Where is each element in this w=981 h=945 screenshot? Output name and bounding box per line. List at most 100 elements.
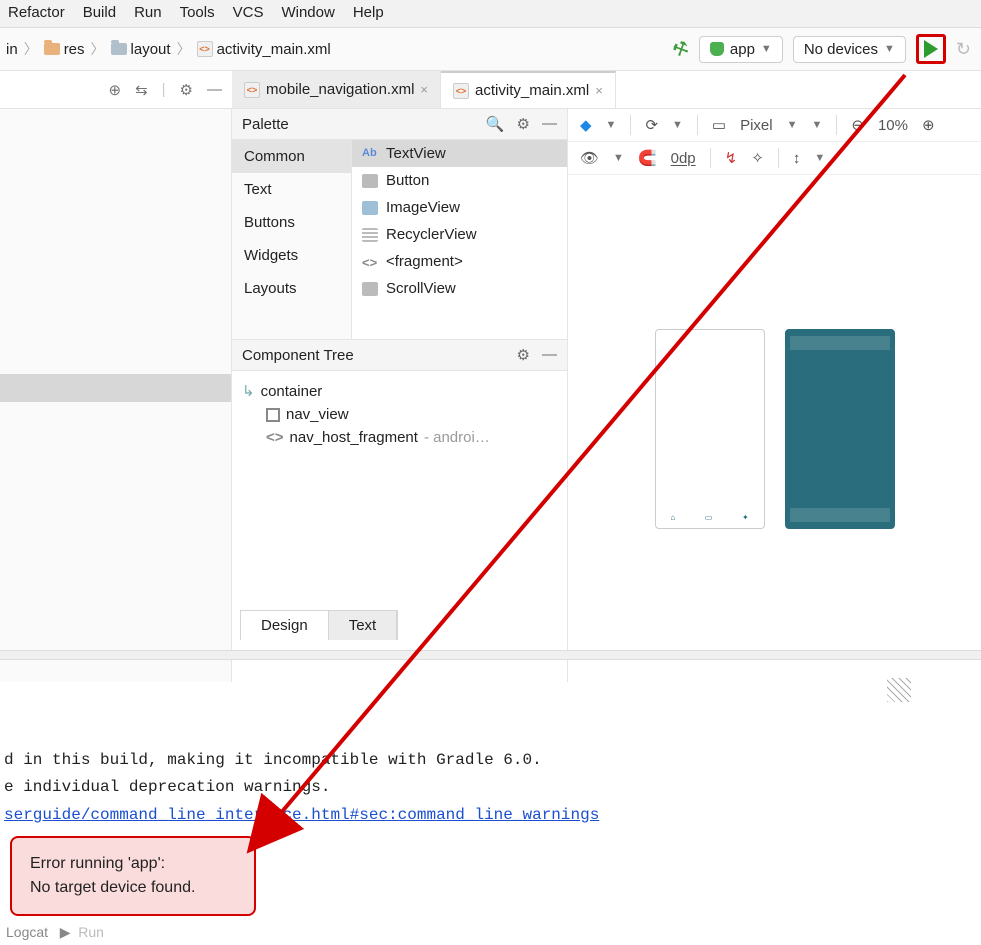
crumb-in[interactable]: in <box>6 41 18 58</box>
palette-item-recyclerview[interactable]: RecyclerView <box>352 221 567 248</box>
tree-node-nav-host-fragment[interactable]: <> nav_host_fragment - androi… <box>242 426 557 449</box>
palette-cat-widgets[interactable]: Widgets <box>232 239 351 272</box>
folder-icon <box>111 43 127 55</box>
align-icon[interactable]: ↕ <box>793 150 801 167</box>
container-icon: ↳ <box>242 382 255 400</box>
preview-canvas[interactable]: ⌂▭✦ <box>568 175 981 682</box>
zoom-in-icon[interactable]: ⊕ <box>922 116 935 134</box>
infer-constraints-icon[interactable]: ✧ <box>751 149 764 167</box>
device-preview-light[interactable]: ⌂▭✦ <box>655 329 765 529</box>
scrollview-icon <box>362 282 378 296</box>
status-run[interactable]: Run <box>78 924 104 940</box>
tab-label: mobile_navigation.xml <box>266 81 414 98</box>
menu-window[interactable]: Window <box>281 4 334 21</box>
device-label: No devices <box>804 41 878 58</box>
build-icon[interactable]: ⚒ <box>669 36 693 62</box>
eye-icon[interactable]: 👁 <box>580 149 599 167</box>
palette: Common Text Buttons Widgets Layouts Ab T… <box>232 140 567 340</box>
menu-run[interactable]: Run <box>134 4 162 21</box>
xml-file-icon: <> <box>453 83 469 99</box>
component-tree-header: Component Tree ⚙ — <box>232 340 567 371</box>
menu-refactor[interactable]: Refactor <box>8 4 65 21</box>
navigation-bar: in 〉 res 〉 layout 〉 <> activity_main.xml… <box>0 28 981 71</box>
menu-help[interactable]: Help <box>353 4 384 21</box>
error-notification[interactable]: Error running 'app': No target device fo… <box>10 836 256 916</box>
margin-label[interactable]: 0dp <box>671 150 696 167</box>
chevron-down-icon: ▼ <box>884 43 895 55</box>
component-tree: ↳ container nav_view <> nav_host_fragmen… <box>232 371 567 457</box>
close-icon[interactable]: × <box>420 82 428 97</box>
palette-item-textview[interactable]: Ab TextView <box>352 140 567 167</box>
close-icon[interactable]: × <box>595 83 603 98</box>
sub-toolbar: ⊕ ⇆ | ⚙ — <> mobile_navigation.xml × <> … <box>0 71 981 109</box>
pane-separator[interactable] <box>0 650 981 660</box>
tree-node-container[interactable]: ↳ container <box>242 379 557 403</box>
fragment-icon: <> <box>362 255 378 269</box>
xml-file-icon: <> <box>244 82 260 98</box>
console-link[interactable]: serguide/command_line_interface.html#sec… <box>4 806 599 824</box>
rerun-icon[interactable]: ↻ <box>956 39 971 60</box>
run-config-combo[interactable]: app ▼ <box>699 36 783 63</box>
menu-vcs[interactable]: VCS <box>233 4 264 21</box>
crumb-file[interactable]: <> activity_main.xml <box>197 41 331 58</box>
bottom-nav-icons: ⌂▭✦ <box>656 513 764 522</box>
gear-icon[interactable]: ⚙ <box>180 81 193 99</box>
fragment-icon: <> <box>266 429 284 446</box>
palette-item-button[interactable]: Button <box>352 167 567 194</box>
menu-build[interactable]: Build <box>83 4 116 21</box>
collapse-icon[interactable]: ⇆ <box>135 81 148 99</box>
build-output[interactable]: d in this build, making it incompatible … <box>0 720 981 829</box>
tab-design[interactable]: Design <box>241 611 329 640</box>
palette-item-fragment[interactable]: <> <fragment> <box>352 248 567 275</box>
preview-pane: ◆▼ ⟳▼ ▭ Pixel▼ ▼ ⊖ 10% ⊕ 👁▼ 🧲 0dp ↯ ✧ ↕▼… <box>568 109 981 682</box>
status-logcat[interactable]: Logcat <box>6 924 48 940</box>
crumb-layout[interactable]: layout <box>111 41 171 58</box>
layers-icon[interactable]: ◆ <box>580 116 592 134</box>
search-icon[interactable]: 🔍 <box>486 115 505 133</box>
gear-icon[interactable]: ⚙ <box>517 115 530 133</box>
tree-node-nav-view[interactable]: nav_view <box>242 403 557 426</box>
palette-cat-layouts[interactable]: Layouts <box>232 272 351 305</box>
crumb-res[interactable]: res <box>44 41 85 58</box>
device-combo[interactable]: No devices ▼ <box>793 36 906 63</box>
image-icon <box>362 201 378 215</box>
menu-tools[interactable]: Tools <box>180 4 215 21</box>
error-line2: No target device found. <box>30 876 236 900</box>
device-preview-blueprint[interactable] <box>785 329 895 529</box>
minimize-icon[interactable]: — <box>542 346 557 364</box>
device-label[interactable]: Pixel <box>740 117 773 134</box>
palette-cat-common[interactable]: Common <box>232 140 351 173</box>
component-tree-title: Component Tree <box>242 347 354 364</box>
breadcrumb: in 〉 res 〉 layout 〉 <> activity_main.xml <box>6 39 331 59</box>
resize-handle-icon[interactable] <box>887 678 911 702</box>
rotate-icon[interactable]: ⟳ <box>645 116 658 134</box>
preview-toolbar-top: ◆▼ ⟳▼ ▭ Pixel▼ ▼ ⊖ 10% ⊕ <box>568 109 981 142</box>
minimize-icon[interactable]: — <box>542 115 557 133</box>
android-icon <box>710 42 724 56</box>
palette-item-imageview[interactable]: ImageView <box>352 194 567 221</box>
status-bar: Logcat ▶ Run <box>0 920 110 945</box>
zoom-out-icon[interactable]: ⊖ <box>851 116 864 134</box>
preview-toolbar-bottom: 👁▼ 🧲 0dp ↯ ✧ ↕▼ <box>568 142 981 175</box>
gear-icon[interactable]: ⚙ <box>517 346 530 364</box>
run-config-label: app <box>730 41 755 58</box>
palette-cat-text[interactable]: Text <box>232 173 351 206</box>
zoom-label: 10% <box>878 117 908 134</box>
tab-text[interactable]: Text <box>329 611 398 640</box>
target-icon[interactable]: ⊕ <box>108 81 121 99</box>
magnet-icon[interactable]: 🧲 <box>638 149 657 167</box>
palette-header: Palette 🔍 ⚙ — <box>232 109 567 140</box>
project-pane[interactable] <box>0 109 232 682</box>
minimize-icon[interactable]: — <box>207 81 222 98</box>
editor-tabs: <> mobile_navigation.xml × <> activity_m… <box>232 71 616 108</box>
design-pane: Palette 🔍 ⚙ — Common Text Buttons Widget… <box>232 109 568 682</box>
palette-cat-buttons[interactable]: Buttons <box>232 206 351 239</box>
chevron-right-icon: 〉 <box>22 39 40 59</box>
tab-mobile-navigation[interactable]: <> mobile_navigation.xml × <box>232 71 441 108</box>
run-button[interactable] <box>916 34 946 64</box>
main-region: Palette 🔍 ⚙ — Common Text Buttons Widget… <box>0 109 981 682</box>
palette-item-scrollview[interactable]: ScrollView <box>352 275 567 302</box>
clear-constraints-icon[interactable]: ↯ <box>725 149 738 167</box>
chevron-right-icon: 〉 <box>175 39 193 59</box>
tab-activity-main[interactable]: <> activity_main.xml × <box>441 71 616 108</box>
